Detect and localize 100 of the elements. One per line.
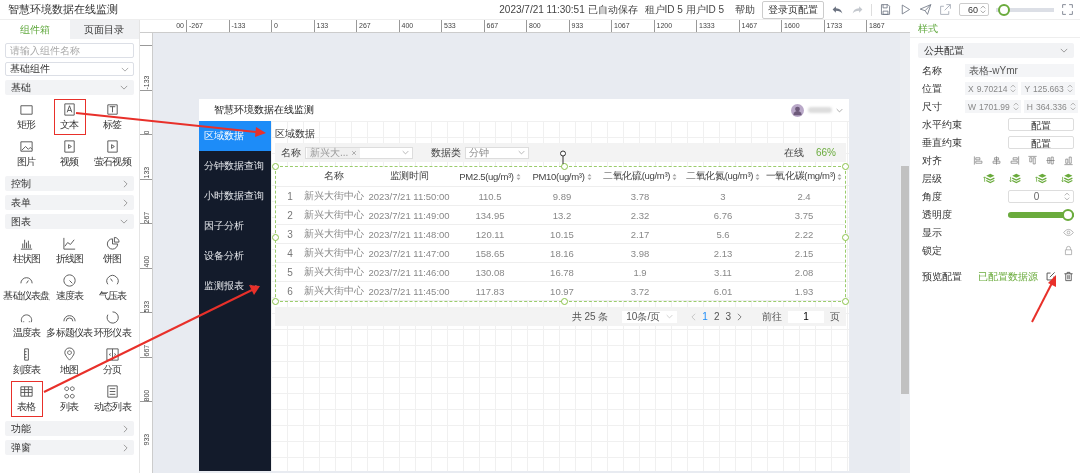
page-number[interactable]: 2 <box>713 311 720 322</box>
component-item[interactable]: 多标题仪表 <box>45 307 94 343</box>
component-item[interactable]: 列表 <box>53 381 86 417</box>
group-header[interactable]: 图表 <box>5 214 134 229</box>
number-field[interactable]: H 364.336 <box>1023 100 1078 113</box>
component-item[interactable]: 标签 <box>96 99 129 135</box>
section-header[interactable]: 公共配置 <box>918 43 1074 58</box>
group-header[interactable]: 基础 <box>5 80 134 95</box>
table-cell-text: 1.93 <box>793 285 815 297</box>
component-item[interactable]: 饼图 <box>96 233 129 269</box>
spinner-icon[interactable] <box>1066 84 1073 93</box>
external-link-icon[interactable] <box>939 3 952 16</box>
layer-stack-icon[interactable] <box>983 172 996 185</box>
component-item[interactable]: 矩形 <box>10 99 43 135</box>
layer-stack-icon[interactable] <box>1035 172 1048 185</box>
group-header[interactable]: 弹窗 <box>5 440 134 455</box>
group-header[interactable]: 表单 <box>5 195 134 210</box>
sort-icon[interactable] <box>586 172 592 181</box>
sort-icon[interactable] <box>515 172 521 181</box>
rectangle-icon <box>19 102 34 117</box>
column-header: 名称 <box>324 170 344 183</box>
datasource-status: 已配置数据源 <box>978 269 1038 284</box>
scrollbar-thumb[interactable] <box>901 166 909 394</box>
next-page-icon[interactable] <box>737 312 742 321</box>
component-item[interactable]: 地图 <box>53 344 86 380</box>
lock-icon[interactable] <box>1063 245 1074 256</box>
layer-stack-icon[interactable] <box>1009 172 1022 185</box>
component-item[interactable]: 环形仪表 <box>92 307 133 343</box>
spinner-icon[interactable] <box>1064 192 1070 201</box>
slider-thumb[interactable] <box>1062 208 1074 221</box>
sort-icon[interactable] <box>672 172 678 181</box>
table-cell-text: 120.11 <box>474 228 506 240</box>
slider-thumb[interactable] <box>998 3 1011 16</box>
zoom-field[interactable]: 60 <box>959 3 989 16</box>
spinner-icon[interactable] <box>980 5 986 14</box>
panel-tab[interactable]: 页面目录 <box>69 20 139 39</box>
page-jump-field[interactable]: 1 <box>788 310 824 323</box>
eye-icon[interactable] <box>1063 227 1074 238</box>
align-bottom-icon[interactable] <box>1063 155 1074 166</box>
number-field[interactable]: Y 125.663 <box>1021 82 1075 95</box>
align-center-icon[interactable] <box>991 155 1002 166</box>
align-right-icon[interactable] <box>1009 155 1020 166</box>
spinner-icon[interactable] <box>1069 102 1076 111</box>
component-item[interactable]: 温度表 <box>10 307 43 343</box>
help-link[interactable]: 帮助 <box>735 2 755 17</box>
component-item[interactable]: 文本 <box>53 99 86 135</box>
close-icon[interactable] <box>351 149 358 156</box>
name-field[interactable]: 表格-wYmr <box>965 64 1074 77</box>
component-item[interactable]: 速度表 <box>53 270 86 306</box>
component-item[interactable]: 柱状图 <box>10 233 43 269</box>
spinner-icon[interactable] <box>1010 84 1017 93</box>
previous-page-icon[interactable] <box>691 312 697 321</box>
edit-icon[interactable] <box>1045 271 1056 282</box>
component-item[interactable]: 折线图 <box>53 233 86 269</box>
rotate-handle[interactable] <box>558 150 567 164</box>
trash-icon[interactable] <box>1063 271 1074 282</box>
group-header[interactable]: 控制 <box>5 176 134 191</box>
group-header[interactable]: 功能 <box>5 421 134 436</box>
component-item[interactable]: 图片 <box>10 136 43 172</box>
angle-field[interactable]: 0 <box>1008 190 1074 203</box>
number-field[interactable]: X 9.70214 <box>965 82 1019 95</box>
nav-item[interactable]: 设备分析 <box>199 241 271 271</box>
component-item[interactable]: 气压表 <box>96 270 129 306</box>
configure-button[interactable]: 配置 <box>1008 136 1074 149</box>
nav-item[interactable]: 小时数据查询 <box>199 181 271 211</box>
nav-item[interactable]: 因子分析 <box>199 211 271 241</box>
table-cell: 新兴大街中心 <box>304 227 364 241</box>
sort-icon[interactable] <box>837 172 843 181</box>
page-number[interactable]: 3 <box>725 311 731 322</box>
layer-stack-icon[interactable] <box>1061 172 1074 185</box>
caret-icon[interactable] <box>836 107 843 113</box>
spinner-icon[interactable] <box>1012 102 1019 111</box>
play-icon[interactable] <box>899 3 912 16</box>
component-item[interactable]: 刻度表 <box>10 344 43 380</box>
nav-item[interactable]: 监测报表 <box>199 271 271 301</box>
component-item[interactable]: 动态列表 <box>92 381 133 417</box>
column-header: 一氧化碳(mg/m³) <box>765 170 836 183</box>
align-left-icon[interactable] <box>973 155 984 166</box>
component-item[interactable]: 萤石视频 <box>92 136 133 172</box>
page-size-select[interactable]: 10条/页 <box>622 310 678 323</box>
number-field[interactable]: W 1701.99 <box>965 100 1021 113</box>
save-icon[interactable] <box>879 3 892 16</box>
search-field[interactable]: 请输入组件名称 <box>5 43 134 58</box>
fullscreen-icon[interactable] <box>1061 3 1074 16</box>
component-item[interactable]: 基础仪表盘 <box>2 270 51 306</box>
table-icon <box>19 384 34 399</box>
login-page-config-button[interactable]: 登录页配置 <box>762 0 824 19</box>
align-middle-icon[interactable] <box>1045 155 1056 166</box>
send-icon[interactable] <box>919 3 932 16</box>
nav-item[interactable]: 分钟数据查询 <box>199 151 271 181</box>
component-item[interactable]: 分页 <box>96 344 129 380</box>
sort-icon[interactable] <box>755 172 761 181</box>
row-number: 6 <box>286 285 294 297</box>
type-select[interactable]: 分钟 <box>465 146 529 159</box>
align-top-icon[interactable] <box>1027 155 1038 166</box>
configure-button[interactable]: 配置 <box>1008 118 1074 131</box>
component-item[interactable]: 表格 <box>10 381 43 417</box>
category-select[interactable]: 基础组件 <box>5 62 134 76</box>
component-item[interactable]: 视频 <box>53 136 86 172</box>
table-cell-text: 2.08 <box>793 266 815 278</box>
